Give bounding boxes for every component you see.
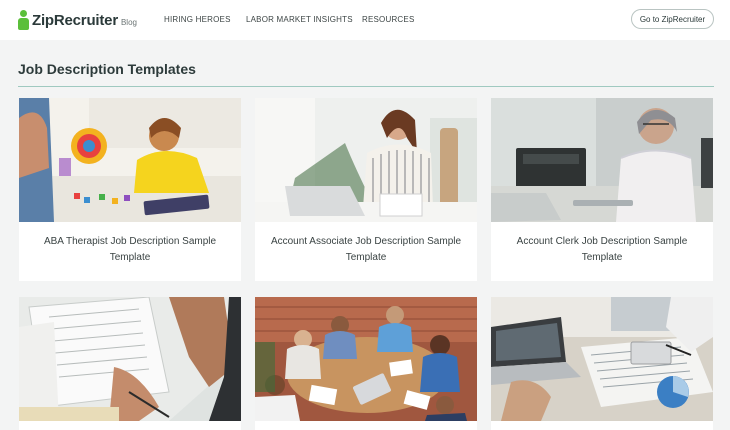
top-navigation-bar: ZipRecruiter Blog HIRING HEROES LABOR MA… (0, 0, 730, 40)
title-divider (18, 86, 714, 87)
template-card-account-clerk[interactable]: Account Clerk Job Description Sample Tem… (491, 98, 713, 281)
woman-at-desk-with-laptop-photo[interactable] (255, 98, 477, 222)
ziprecruiter-person-icon (18, 10, 29, 30)
logo-sub: Blog (120, 18, 137, 27)
documents-and-pen-photo[interactable] (19, 297, 241, 421)
child-playing-with-toys-photo[interactable] (19, 98, 241, 222)
card-caption[interactable]: ABA Therapist Job Description Sample Tem… (29, 234, 231, 266)
template-card-row2-1[interactable] (19, 297, 241, 430)
team-meeting-around-table-photo[interactable] (255, 297, 477, 421)
page-title: Job Description Templates (18, 61, 196, 77)
logo-name: ZipRecruiter (32, 11, 118, 29)
ziprecruiter-logo[interactable]: ZipRecruiter Blog (18, 9, 137, 31)
template-card-account-associate[interactable]: Account Associate Job Description Sample… (255, 98, 477, 281)
laptop-and-charts-desk-photo[interactable] (491, 297, 713, 421)
template-card-row2-2[interactable] (255, 297, 477, 430)
template-card-row2-3[interactable] (491, 297, 713, 430)
nav-labor-market-insights[interactable]: LABOR MARKET INSIGHTS (246, 15, 353, 24)
go-to-ziprecruiter-button[interactable]: Go to ZipRecruiter (631, 9, 714, 29)
template-card-aba-therapist[interactable]: ABA Therapist Job Description Sample Tem… (19, 98, 241, 281)
nav-resources[interactable]: RESOURCES (362, 15, 414, 24)
nav-hiring-heroes[interactable]: HIRING HEROES (164, 15, 231, 24)
card-caption[interactable]: Account Associate Job Description Sample… (265, 234, 467, 266)
senior-woman-typing-photo[interactable] (491, 98, 713, 222)
card-caption[interactable]: Account Clerk Job Description Sample Tem… (501, 234, 703, 266)
